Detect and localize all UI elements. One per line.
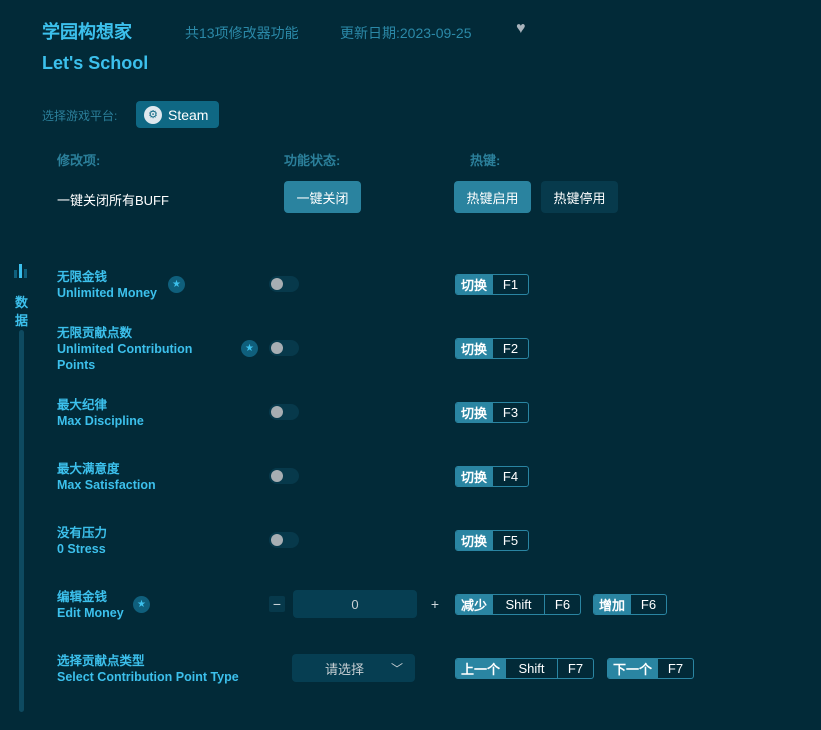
contribution-type-select[interactable]: 请选择﹀: [292, 654, 415, 682]
hotkey-enable-button[interactable]: 热键启用: [454, 181, 531, 213]
hotkey-unlimited-contribution[interactable]: 切换F2: [455, 338, 529, 359]
toggle-zero-stress[interactable]: [269, 532, 299, 548]
data-chart-icon: [14, 264, 27, 278]
close-all-button[interactable]: 一键关闭: [284, 181, 361, 213]
hotkey-zero-stress[interactable]: 切换F5: [455, 530, 529, 551]
star-icon: ★: [241, 340, 258, 357]
steam-platform-button[interactable]: ⚙ Steam: [136, 101, 219, 128]
update-date: 更新日期:2023-09-25: [340, 23, 472, 43]
option-unlimited-contribution: 无限贡献点数Unlimited ContributionPoints: [57, 325, 192, 373]
favorite-heart-icon[interactable]: ♥: [516, 20, 526, 38]
decrease-button[interactable]: −: [269, 596, 285, 612]
game-title-en: Let's School: [42, 53, 148, 74]
hotkey-max-satisfaction[interactable]: 切换F4: [455, 466, 529, 487]
hotkey-unlimited-money[interactable]: 切换F1: [455, 274, 529, 295]
option-unlimited-money: 无限金钱Unlimited Money: [57, 269, 157, 301]
hotkey-prev-type[interactable]: 上一个ShiftF7: [455, 658, 594, 679]
star-icon: ★: [168, 276, 185, 293]
option-zero-stress: 没有压力0 Stress: [57, 525, 107, 557]
toggle-unlimited-money[interactable]: [269, 276, 299, 292]
close-all-buff-label: 一键关闭所有BUFF: [57, 190, 169, 209]
hotkey-decrease-money[interactable]: 减少ShiftF6: [455, 594, 581, 615]
steam-label: Steam: [168, 107, 208, 123]
column-hotkey-header: 热键:: [470, 150, 500, 169]
column-item-header: 修改项:: [57, 150, 100, 169]
toggle-max-satisfaction[interactable]: [269, 468, 299, 484]
chevron-down-icon: ﹀: [391, 660, 403, 677]
option-max-satisfaction: 最大满意度Max Satisfaction: [57, 461, 156, 493]
column-status-header: 功能状态:: [284, 150, 340, 169]
scrollbar[interactable]: [19, 330, 24, 712]
money-input[interactable]: 0: [293, 590, 417, 618]
hotkey-max-discipline[interactable]: 切换F3: [455, 402, 529, 423]
hotkey-increase-money[interactable]: 增加F6: [593, 594, 667, 615]
toggle-max-discipline[interactable]: [269, 404, 299, 420]
increase-button[interactable]: +: [427, 596, 443, 612]
option-edit-money: 编辑金钱Edit Money: [57, 589, 124, 621]
option-max-discipline: 最大纪律Max Discipline: [57, 397, 144, 429]
hotkey-next-type[interactable]: 下一个F7: [607, 658, 694, 679]
option-contribution-type: 选择贡献点类型Select Contribution Point Type: [57, 653, 239, 685]
game-title-cn: 学园构想家: [42, 18, 132, 44]
sidebar-tab-data[interactable]: 数: [15, 292, 28, 311]
sidebar-tab-data-2[interactable]: 据: [15, 310, 28, 329]
toggle-unlimited-contribution[interactable]: [269, 340, 299, 356]
feature-count: 共13项修改器功能: [185, 23, 299, 43]
hotkey-disable-button[interactable]: 热键停用: [541, 181, 618, 213]
platform-label: 选择游戏平台:: [42, 107, 117, 124]
steam-icon: ⚙: [144, 106, 162, 124]
star-icon: ★: [133, 596, 150, 613]
